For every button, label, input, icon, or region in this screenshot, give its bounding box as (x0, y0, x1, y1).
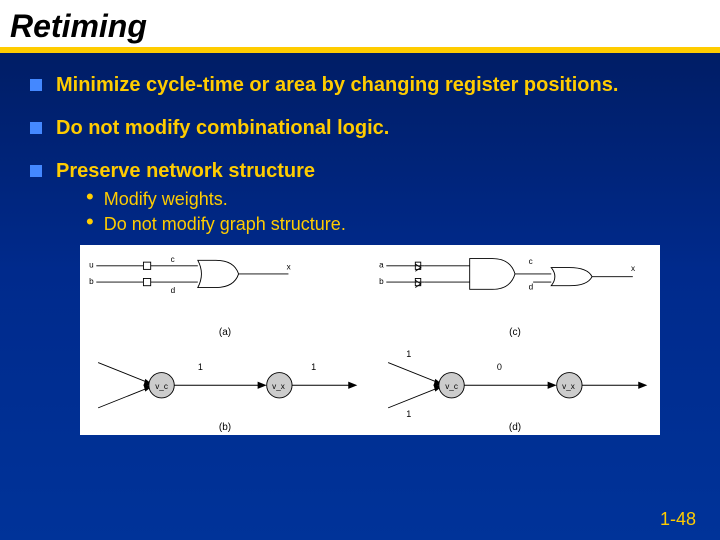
weight-label: 1 (198, 362, 203, 372)
wire-label: c (529, 257, 533, 266)
bullet-text: Minimize cycle-time or area by changing … (56, 73, 618, 98)
out-label: x (631, 264, 635, 273)
weight-label: 1 (311, 362, 316, 372)
panel-b: v_c 1 v_x 1 (b) (80, 340, 370, 435)
weight-label: 1 (406, 409, 411, 419)
panel-a: u b c d x (a) (80, 245, 370, 340)
sub-list: • Modify weights. • Do not modify graph … (86, 188, 346, 235)
weight-label: 0 (497, 362, 502, 372)
port-label: u (89, 261, 94, 270)
node-label: v_x (562, 382, 575, 391)
weight-label: 1 (406, 349, 411, 359)
bullet-1: Minimize cycle-time or area by changing … (30, 73, 690, 98)
circuit-c-svg: a b c d (370, 245, 660, 340)
dot-bullet-icon: • (86, 188, 94, 206)
sub-item-1: • Modify weights. (86, 188, 346, 211)
node-label: v_c (155, 382, 168, 391)
sub-item-text: Do not modify graph structure. (104, 213, 346, 236)
circuit-a-svg: u b c d x (80, 245, 370, 340)
node-label: v_c (445, 382, 458, 391)
square-bullet-icon (30, 122, 42, 134)
sub-item-2: • Do not modify graph structure. (86, 213, 346, 236)
page-number: 1-48 (660, 509, 696, 530)
panel-label: (b) (219, 422, 231, 433)
diagram-row-bottom: v_c 1 v_x 1 (b) 1 1 (80, 340, 660, 435)
port-label: a (379, 261, 384, 270)
content-area: Minimize cycle-time or area by changing … (0, 53, 720, 445)
square-bullet-icon (30, 79, 42, 91)
wire-label: d (171, 286, 176, 295)
slide-title: Retiming (10, 8, 720, 47)
wire-label: c (171, 255, 175, 264)
diagram-row-top: u b c d x (a) a (80, 245, 660, 340)
sub-item-text: Modify weights. (104, 188, 228, 211)
port-label: b (89, 277, 94, 286)
graph-b-svg: v_c 1 v_x 1 (80, 340, 370, 435)
port-label: b (379, 277, 384, 286)
out-label: x (287, 262, 291, 271)
bullet-text: Preserve network structure • Modify weig… (56, 159, 346, 237)
bullet-2: Do not modify combinational logic. (30, 116, 690, 141)
square-bullet-icon (30, 165, 42, 177)
panel-d: 1 1 v_c 0 v_x (d) (370, 340, 660, 435)
bullet-text-label: Preserve network structure (56, 160, 315, 182)
bullet-3: Preserve network structure • Modify weig… (30, 159, 690, 237)
panel-label: (a) (219, 327, 231, 338)
graph-d-svg: 1 1 v_c 0 v_x (370, 340, 660, 435)
node-label: v_x (272, 382, 285, 391)
title-area: Retiming (0, 0, 720, 47)
wire-label: d (529, 282, 534, 291)
panel-label: (c) (509, 327, 521, 338)
panel-label: (d) (509, 422, 521, 433)
bullet-text: Do not modify combinational logic. (56, 116, 389, 141)
panel-c: a b c d (370, 245, 660, 340)
diagram-area: u b c d x (a) a (80, 245, 660, 435)
dot-bullet-icon: • (86, 213, 94, 231)
